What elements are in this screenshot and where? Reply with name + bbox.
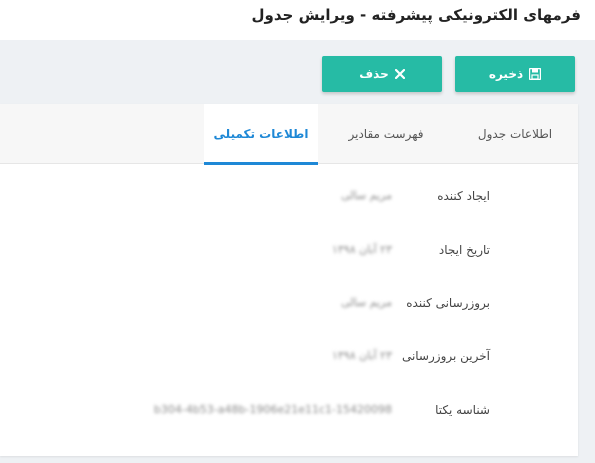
detail-row-updater: بروزرسانی کننده مریم سالی: [0, 296, 578, 316]
detail-label: بروزرسانی کننده: [406, 296, 490, 310]
tab-bar: اطلاعات جدول فهرست مقادیر اطلاعات تکمیلی: [0, 104, 578, 165]
delete-button-label: حذف: [359, 67, 389, 81]
save-button-label: ذخیره: [488, 67, 524, 81]
page-title: فرمهای الکترونیکی پیشرفته - ویرایش جدول: [251, 6, 581, 24]
close-icon: [394, 69, 405, 79]
detail-label: آخرین بروزرسانی: [401, 349, 490, 363]
detail-row-last-update: آخرین بروزرسانی ۲۳ آبان ۱۳۹۸: [0, 349, 578, 369]
details-panel: اطلاعات جدول فهرست مقادیر اطلاعات تکمیلی…: [0, 104, 578, 456]
detail-value: b304-4b53-a48b-1906e21e11c1-15420098: [153, 403, 392, 416]
page-header: فرمهای الکترونیکی پیشرفته - ویرایش جدول: [0, 0, 595, 40]
detail-row-unique-id: شناسه یکتا b304-4b53-a48b-1906e21e11c1-1…: [0, 403, 578, 423]
detail-label: ایجاد کننده: [437, 189, 490, 203]
tab-additional-info[interactable]: اطلاعات تکمیلی: [204, 104, 318, 165]
save-button[interactable]: ذخیره: [455, 56, 575, 92]
tab-table-info[interactable]: اطلاعات جدول: [452, 104, 578, 164]
detail-value: ۲۳ آبان ۱۳۹۸: [331, 349, 392, 362]
delete-button[interactable]: حذف: [322, 56, 442, 92]
detail-value: ۲۳ آبان ۱۳۹۸: [331, 243, 392, 256]
floppy-disk-icon: [529, 68, 542, 80]
detail-row-created-date: تاریخ ایجاد ۲۳ آبان ۱۳۹۸: [0, 243, 578, 263]
detail-value: مریم سالی: [341, 296, 392, 309]
detail-label: شناسه یکتا: [435, 403, 490, 417]
detail-label: تاریخ ایجاد: [438, 243, 490, 257]
detail-row-creator: ایجاد کننده مریم سالی: [0, 189, 578, 209]
tab-value-list[interactable]: فهرست مقادیر: [320, 104, 452, 164]
detail-value: مریم سالی: [341, 189, 392, 202]
